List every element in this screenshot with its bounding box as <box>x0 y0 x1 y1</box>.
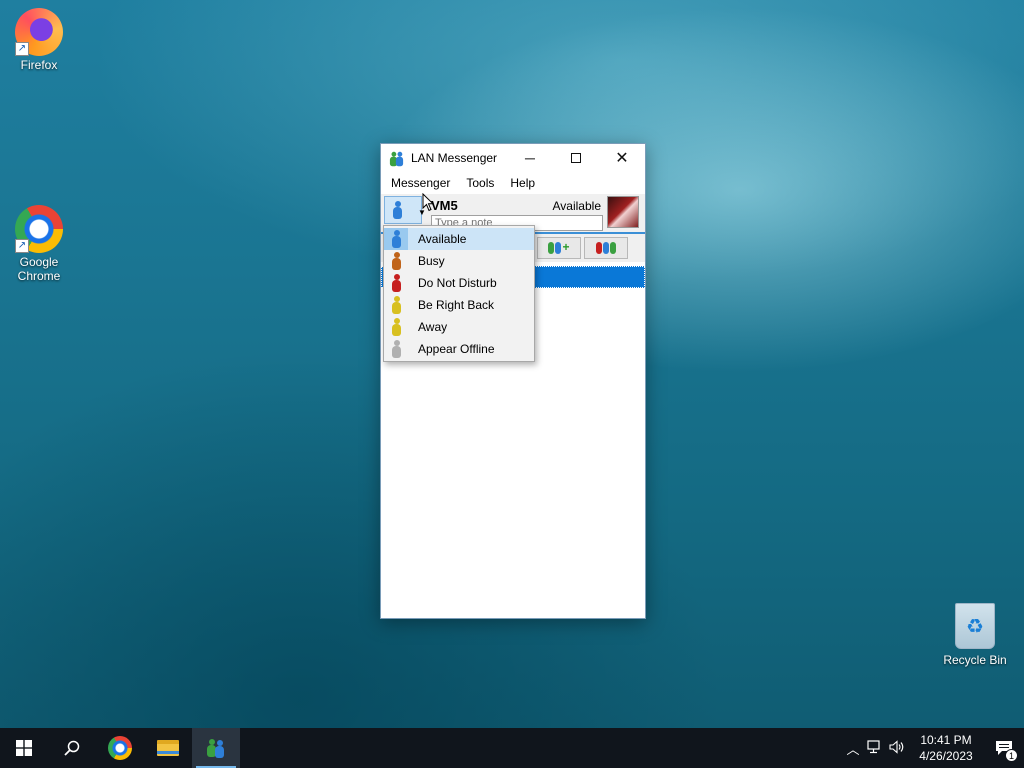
lan-messenger-window: LAN Messenger ─ ✕ Messenger Tools Help ▼… <box>380 143 646 619</box>
lan-messenger-icon <box>207 738 225 758</box>
search-icon <box>64 740 80 756</box>
status-menu-label: Away <box>418 320 448 334</box>
firefox-icon: ↗ <box>15 8 63 56</box>
status-be-right-back-icon <box>391 296 401 314</box>
lan-messenger-app-icon <box>389 150 405 167</box>
status-available-icon <box>391 230 401 248</box>
chrome-icon: ↗ <box>15 205 63 253</box>
window-title: LAN Messenger <box>411 151 498 165</box>
menu-tools[interactable]: Tools <box>458 176 502 190</box>
system-tray: ︿ 10:41 PM 4/26/2023 1 <box>842 728 1024 768</box>
add-contact-button[interactable]: + <box>537 237 581 259</box>
status-menu-item-be-right-back[interactable]: Be Right Back <box>384 294 534 316</box>
status-menu-label: Available <box>418 232 467 246</box>
status-menu-label: Appear Offline <box>418 342 495 356</box>
close-button[interactable]: ✕ <box>599 144 645 172</box>
desktop-icon-label: Recycle Bin <box>943 653 1007 667</box>
taskbar-chrome-button[interactable] <box>96 728 144 768</box>
desktop-icon-label: Google Chrome <box>17 255 61 283</box>
clock-date: 4/26/2023 <box>919 749 973 763</box>
status-menu-item-available[interactable]: Available <box>384 228 534 250</box>
user-status-text: Available <box>552 199 601 213</box>
status-menu-item-away[interactable]: Away <box>384 316 534 338</box>
chrome-icon <box>108 736 132 760</box>
mouse-cursor-icon <box>422 193 434 212</box>
status-menu-item-busy[interactable]: Busy <box>384 250 534 272</box>
clock-time: 10:41 PM <box>920 733 972 747</box>
search-button[interactable] <box>48 728 96 768</box>
menu-bar: Messenger Tools Help <box>381 172 645 194</box>
add-user-icon: + <box>548 241 570 254</box>
status-dropdown-button[interactable]: ▼ <box>384 196 426 224</box>
taskbar-file-explorer-button[interactable] <box>144 728 192 768</box>
shortcut-arrow-icon: ↗ <box>15 239 29 253</box>
clock[interactable]: 10:41 PM 4/26/2023 <box>908 732 984 764</box>
group-icon <box>596 242 616 254</box>
status-menu-label: Be Right Back <box>418 298 495 312</box>
avatar[interactable] <box>607 196 639 228</box>
menu-help[interactable]: Help <box>502 176 543 190</box>
shortcut-arrow-icon: ↗ <box>15 42 29 56</box>
maximize-button[interactable] <box>553 144 599 172</box>
speaker-icon <box>889 739 904 754</box>
volume-button[interactable] <box>886 739 908 757</box>
status-do-not-disturb-icon <box>391 274 401 292</box>
close-icon: ✕ <box>615 150 629 167</box>
status-menu-item-do-not-disturb[interactable]: Do Not Disturb <box>384 272 534 294</box>
status-menu-item-appear-offline[interactable]: Appear Offline <box>384 338 534 360</box>
folder-icon <box>157 740 179 756</box>
network-button[interactable] <box>864 739 886 757</box>
taskbar: ︿ 10:41 PM 4/26/2023 1 <box>0 728 1024 768</box>
status-menu: Available Busy Do Not Disturb Be Right B… <box>383 225 535 362</box>
windows-logo-icon <box>16 740 32 756</box>
desktop-icon-label: Firefox <box>20 58 58 72</box>
title-bar[interactable]: LAN Messenger ─ ✕ <box>381 144 645 172</box>
maximize-icon <box>571 153 581 163</box>
taskbar-lan-messenger-button[interactable] <box>192 728 240 768</box>
minimize-button[interactable]: ─ <box>507 144 553 172</box>
notification-count-badge: 1 <box>1005 749 1018 762</box>
user-name: VM5 <box>431 198 458 213</box>
status-offline-icon <box>391 340 401 358</box>
recycle-bin-icon <box>955 603 995 649</box>
minimize-icon: ─ <box>525 150 535 166</box>
status-busy-icon <box>391 252 401 270</box>
broadcast-button[interactable] <box>584 237 628 259</box>
status-menu-label: Do Not Disturb <box>418 276 497 290</box>
status-available-icon <box>393 201 402 219</box>
desktop-icon-chrome[interactable]: ↗ Google Chrome <box>1 205 77 283</box>
show-hidden-icons-button[interactable]: ︿ <box>842 739 864 758</box>
chevron-up-icon: ︿ <box>846 741 860 757</box>
desktop-icon-firefox[interactable]: ↗ Firefox <box>1 8 77 72</box>
status-away-icon <box>391 318 401 336</box>
status-menu-label: Busy <box>418 254 445 268</box>
start-button[interactable] <box>0 728 48 768</box>
menu-messenger[interactable]: Messenger <box>383 176 458 190</box>
desktop-icon-recycle-bin[interactable]: Recycle Bin <box>937 603 1013 667</box>
network-icon <box>867 739 880 753</box>
action-center-button[interactable]: 1 <box>984 728 1024 768</box>
